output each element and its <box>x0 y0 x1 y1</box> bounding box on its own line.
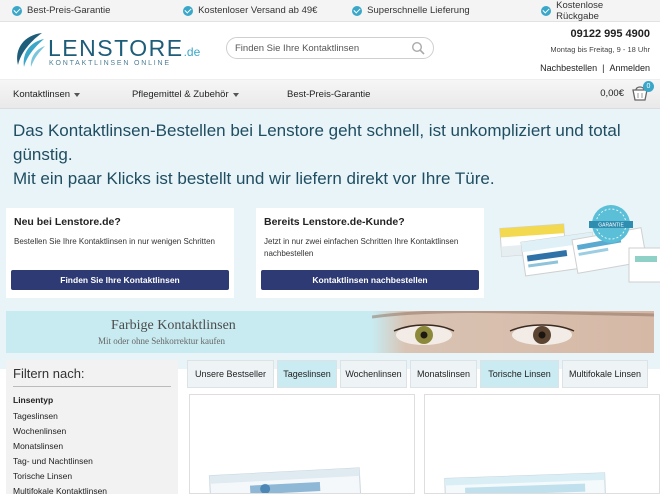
colored-lenses-banner[interactable]: Farbige Kontaktlinsen Mit oder ohne Sehk… <box>6 311 654 353</box>
card-title: Bereits Lenstore.de-Kunde? <box>264 216 405 228</box>
tab-daily-lenses[interactable]: Tageslinsen <box>277 360 337 388</box>
product-box-image <box>208 467 362 493</box>
search-input[interactable] <box>235 42 410 54</box>
tab-multifocal-lenses[interactable]: Multifokale Linsen <box>562 360 648 388</box>
cart-total: 0,00€ <box>600 87 624 99</box>
checkmark-icon <box>12 5 22 16</box>
site-header: LENSTORE.de KONTAKTLINSEN ONLINE 09122 9… <box>0 22 660 80</box>
card-title: Neu bei Lenstore.de? <box>14 216 121 228</box>
filter-title: Filtern nach: <box>13 366 171 387</box>
benefit-label: Best-Preis-Garantie <box>27 5 111 16</box>
logo-name: LENSTORE <box>48 35 184 61</box>
benefit-label: Kostenlose Rückgabe <box>556 0 604 22</box>
benefit-label: Kostenloser Versand ab 49€ <box>198 5 318 16</box>
hero-headline: Das Kontaktlinsen-Bestellen bei Lenstore… <box>13 119 653 191</box>
search-box[interactable] <box>226 37 434 59</box>
logo-tagline: KONTAKTLINSEN ONLINE <box>49 60 171 67</box>
nav-item-contact-lenses[interactable]: Kontaktlinsen <box>13 89 81 100</box>
benefit-item: Best-Preis-Garantie <box>12 5 183 16</box>
filter-sidebar: Filtern nach: Linsentyp Tageslinsen Woch… <box>6 360 178 494</box>
nav-item-label: Kontaktlinsen <box>13 89 71 100</box>
filter-option[interactable]: Monatslinsen <box>13 439 171 454</box>
phone-number[interactable]: 09122 995 4900 <box>570 28 650 40</box>
category-tabs: Unsere Bestseller Tageslinsen Wochenlins… <box>187 360 660 388</box>
nav-item-label: Best-Preis-Garantie <box>287 89 371 100</box>
nav-item-care-accessories[interactable]: Pflegemittel & Zubehör <box>132 89 239 100</box>
filter-option[interactable]: Tag- und Nachtlinsen <box>13 454 171 469</box>
checkmark-icon <box>183 5 194 16</box>
search-icon[interactable] <box>411 41 425 55</box>
benefit-item: Kostenlose Rückgabe <box>541 0 648 22</box>
account-links: Nachbestellen | Anmelden <box>540 63 650 73</box>
tab-monthly-lenses[interactable]: Monatslinsen <box>410 360 477 388</box>
logo-tld: .de <box>183 45 201 59</box>
filter-option[interactable]: Multifokale Kontaktlinsen <box>13 484 171 494</box>
product-box-image <box>444 472 607 493</box>
nav-item-price-guarantee[interactable]: Best-Preis-Garantie <box>287 89 370 100</box>
benefit-label: Superschnelle Lieferung <box>367 5 470 16</box>
reorder-link[interactable]: Nachbestellen <box>540 63 597 73</box>
card-text: Jetzt in nur zwei einfachen Schritten Ih… <box>264 237 459 258</box>
tab-weekly-lenses[interactable]: Wochenlinsen <box>340 360 407 388</box>
caret-down-icon <box>74 92 81 97</box>
benefit-item: Kostenloser Versand ab 49€ <box>183 5 352 16</box>
benefit-bar: Best-Preis-Garantie Kostenloser Versand … <box>0 0 660 22</box>
tab-bestsellers[interactable]: Unsere Bestseller <box>187 360 274 388</box>
opening-hours: Montag bis Freitag, 9 - 18 Uhr <box>550 45 650 54</box>
caret-down-icon <box>232 92 239 97</box>
logo-swoosh-icon <box>17 33 45 67</box>
product-card[interactable] <box>189 394 415 494</box>
benefit-item: Superschnelle Lieferung <box>352 5 541 16</box>
main-nav: Kontaktlinsen Pflegemittel & Zubehör Bes… <box>0 80 660 109</box>
login-link[interactable]: Anmelden <box>609 63 650 73</box>
checkmark-icon <box>541 5 552 16</box>
link-separator: | <box>602 63 605 73</box>
logo-wordmark: LENSTORE.de <box>48 35 200 62</box>
eyes-photo-image <box>372 311 654 353</box>
new-customer-card: Neu bei Lenstore.de? Bestellen Sie Ihre … <box>6 208 234 298</box>
hero-headline-line-1: Das Kontaktlinsen-Bestellen bei Lenstore… <box>13 121 621 164</box>
lenstore-logo[interactable]: LENSTORE.de KONTAKTLINSEN ONLINE <box>12 29 200 73</box>
product-grid <box>187 394 660 494</box>
filter-heading-lens-type: Linsentyp <box>13 395 54 405</box>
banner-subtitle: Mit oder ohne Sehkorrektur kaufen <box>98 336 225 346</box>
find-lenses-button[interactable]: Finden Sie Ihre Kontaktlinsen <box>11 270 229 290</box>
basket-icon[interactable]: 0 <box>630 81 654 102</box>
lens-product-boxes-image: GARANTIE <box>499 205 660 283</box>
filter-option[interactable]: Wochenlinsen <box>13 424 171 439</box>
hero-headline-line-2: Mit ein paar Klicks ist bestellt und wir… <box>13 169 495 188</box>
card-text: Bestellen Sie Ihre Kontaktlinsen in nur … <box>14 237 216 246</box>
nav-item-label: Pflegemittel & Zubehör <box>132 89 229 100</box>
reorder-lenses-button[interactable]: Kontaktlinsen nachbestellen <box>261 270 479 290</box>
cart[interactable]: 0,00€ 0 <box>600 81 654 102</box>
checkmark-icon <box>352 5 363 16</box>
filter-option[interactable]: Tageslinsen <box>13 409 171 424</box>
product-card[interactable] <box>424 394 660 494</box>
existing-customer-card: Bereits Lenstore.de-Kunde? Jetzt in nur … <box>256 208 484 298</box>
banner-title: Farbige Kontaktlinsen <box>111 318 236 333</box>
filter-option[interactable]: Torische Linsen <box>13 469 171 484</box>
cart-count-badge: 0 <box>643 81 654 92</box>
tab-toric-lenses[interactable]: Torische Linsen <box>480 360 559 388</box>
guarantee-badge-label: GARANTIE <box>598 223 624 229</box>
